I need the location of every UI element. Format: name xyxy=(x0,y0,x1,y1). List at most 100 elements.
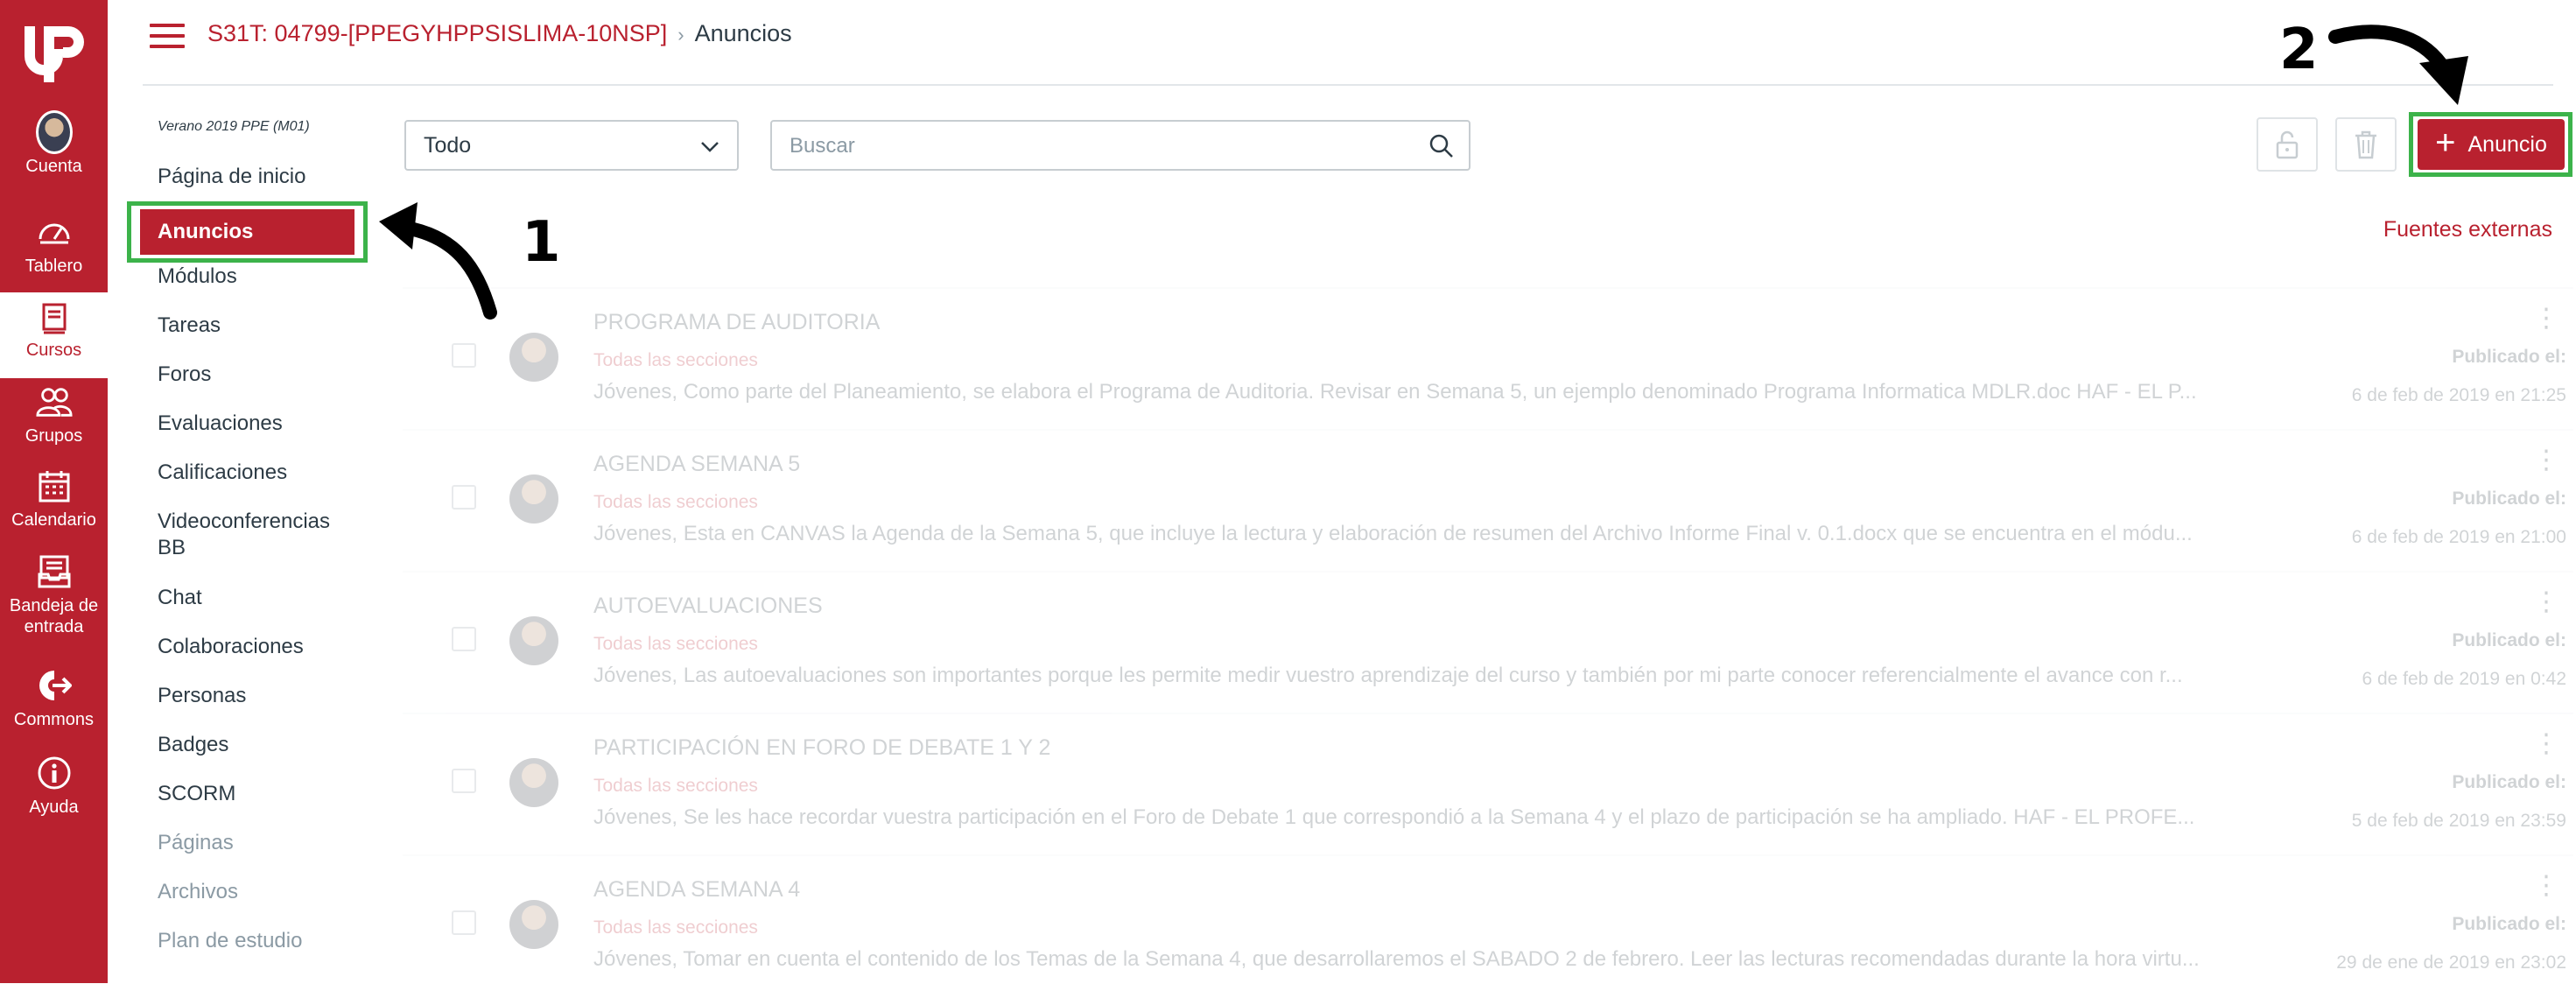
nav-calendar-label: Calendario xyxy=(11,510,96,530)
course-nav-collaborations[interactable]: Colaboraciones xyxy=(158,634,304,660)
unlock-button[interactable] xyxy=(2257,117,2318,172)
author-avatar xyxy=(509,616,558,665)
search-input[interactable] xyxy=(772,122,1404,171)
nav-help[interactable]: Ayuda xyxy=(0,755,108,818)
nav-groups[interactable]: Grupos xyxy=(0,383,108,446)
course-nav-assignments[interactable]: Tareas xyxy=(158,313,221,339)
course-nav-home[interactable]: Página de inicio xyxy=(158,164,305,190)
breadcrumb-current: Anuncios xyxy=(694,20,792,46)
author-avatar xyxy=(509,758,558,807)
announcement-sections: Todas las secciones xyxy=(593,492,758,512)
announcement-sections: Todas las secciones xyxy=(593,350,758,370)
course-nav-discussions[interactable]: Foros xyxy=(158,362,211,388)
published-label: Publicado el: xyxy=(2452,347,2566,367)
nav-account-label: Cuenta xyxy=(25,157,82,176)
author-avatar xyxy=(509,333,558,382)
global-nav: Cuenta Tablero Cursos Grupos Calendario … xyxy=(0,0,108,983)
course-nav-chat[interactable]: Chat xyxy=(158,585,202,611)
announcement-checkbox[interactable] xyxy=(452,343,476,368)
nav-groups-label: Grupos xyxy=(25,426,83,446)
more-options-icon[interactable]: ⋮ xyxy=(2533,306,2559,332)
course-nav-scorm[interactable]: SCORM xyxy=(158,781,235,807)
announcement-title[interactable]: PARTICIPACIÓN EN FORO DE DEBATE 1 Y 2 xyxy=(593,735,1050,761)
announcement-excerpt: Jóvenes, Las autoevaluaciones son import… xyxy=(593,664,2183,687)
announcement-title[interactable]: PROGRAMA DE AUDITORIA xyxy=(593,310,880,335)
chevron-down-icon xyxy=(701,142,719,152)
more-options-icon[interactable]: ⋮ xyxy=(2533,589,2559,615)
more-options-icon[interactable]: ⋮ xyxy=(2533,447,2559,474)
nav-dashboard[interactable]: Tablero xyxy=(0,214,108,277)
course-term: Verano 2019 PPE (M01) xyxy=(158,119,310,134)
announcement-title[interactable]: AGENDA SEMANA 4 xyxy=(593,877,800,903)
course-nav-announcements[interactable]: Anuncios xyxy=(140,209,354,255)
external-feeds-link[interactable]: Fuentes externas xyxy=(2383,217,2552,242)
course-nav-modules[interactable]: Módulos xyxy=(158,264,237,290)
author-avatar xyxy=(509,900,558,949)
add-announcement-label: Anuncio xyxy=(2467,131,2547,157)
course-nav-quizzes[interactable]: Evaluaciones xyxy=(158,411,283,437)
announcement-title[interactable]: AGENDA SEMANA 5 xyxy=(593,452,800,477)
more-options-icon[interactable]: ⋮ xyxy=(2533,873,2559,899)
course-nav-people[interactable]: Personas xyxy=(158,683,246,709)
nav-commons[interactable]: Commons xyxy=(0,667,108,730)
announcement-sections: Todas las secciones xyxy=(593,917,758,938)
course-nav-videoconferences-label: Videoconferencias xyxy=(158,510,331,533)
course-nav-grades[interactable]: Calificaciones xyxy=(158,460,287,486)
hamburger-menu-icon[interactable] xyxy=(150,24,185,52)
announcement-excerpt: Jóvenes, Como parte del Planeamiento, se… xyxy=(593,380,2197,404)
dashboard-icon xyxy=(36,214,73,250)
curved-arrow-icon xyxy=(379,202,497,320)
more-options-icon[interactable]: ⋮ xyxy=(2533,731,2559,757)
breadcrumb-course-link[interactable]: S31T: 04799-[PPEGYHPPSISLIMA-10NSP] xyxy=(207,20,667,46)
logo-icon xyxy=(25,26,84,82)
nav-help-label: Ayuda xyxy=(29,798,79,817)
nav-commons-label: Commons xyxy=(13,710,95,729)
nav-inbox-label: Bandeja de entrada xyxy=(9,596,99,636)
nav-account[interactable]: Cuenta xyxy=(0,110,108,177)
curved-arrow-icon xyxy=(2328,25,2468,105)
announcement-row[interactable]: PROGRAMA DE AUDITORIA Todas las seccione… xyxy=(403,287,2573,431)
course-nav-badges[interactable]: Badges xyxy=(158,732,228,758)
published-date: 5 de feb de 2019 en 23:59 xyxy=(2351,811,2566,831)
book-icon xyxy=(36,303,73,334)
breadcrumb-separator-icon: › xyxy=(677,24,684,46)
upn-logo[interactable] xyxy=(12,12,96,96)
announcement-row[interactable]: AGENDA SEMANA 4 Todas las secciones Jóve… xyxy=(403,854,2573,998)
add-announcement-button[interactable]: + Anuncio xyxy=(2418,119,2565,170)
announcement-row[interactable]: AGENDA SEMANA 5 Todas las secciones Jóve… xyxy=(403,429,2573,573)
announcement-row[interactable]: AUTOEVALUACIONES Todas las secciones Jóv… xyxy=(403,571,2573,714)
announcement-checkbox[interactable] xyxy=(452,769,476,793)
announcement-row[interactable]: PARTICIPACIÓN EN FORO DE DEBATE 1 Y 2 To… xyxy=(403,713,2573,856)
announcement-checkbox[interactable] xyxy=(452,910,476,935)
announcement-excerpt: Jóvenes, Esta en CANVAS la Agenda de la … xyxy=(593,522,2193,545)
step-number-2: 2 xyxy=(2279,18,2319,82)
breadcrumb: S31T: 04799-[PPEGYHPPSISLIMA-10NSP] › Anun… xyxy=(207,18,792,51)
published-label: Publicado el: xyxy=(2452,772,2566,792)
inbox-icon xyxy=(36,553,73,590)
header-divider xyxy=(143,84,2553,86)
published-label: Publicado el: xyxy=(2452,914,2566,934)
search-field[interactable] xyxy=(770,120,1470,171)
search-icon[interactable] xyxy=(1428,133,1455,159)
delete-button[interactable] xyxy=(2335,117,2397,172)
published-date: 6 de feb de 2019 en 0:42 xyxy=(2362,669,2566,689)
page-header: S31T: 04799-[PPEGYHPPSISLIMA-10NSP] › Anun… xyxy=(108,0,2576,86)
course-nav-files[interactable]: Archivos xyxy=(158,879,238,905)
announcement-title[interactable]: AUTOEVALUACIONES xyxy=(593,594,823,619)
nav-courses[interactable]: Cursos xyxy=(0,292,108,378)
course-nav-pages[interactable]: Páginas xyxy=(158,830,234,856)
nav-calendar[interactable]: Calendario xyxy=(0,467,108,531)
published-date: 29 de ene de 2019 en 23:02 xyxy=(2336,952,2566,973)
commons-icon xyxy=(36,667,73,704)
filter-select[interactable]: Todo xyxy=(404,120,739,171)
calendar-icon xyxy=(36,467,73,504)
help-icon xyxy=(36,755,73,791)
announcement-checkbox[interactable] xyxy=(452,627,476,651)
course-nav-videoconferences[interactable]: Videoconferencias BB xyxy=(158,509,330,561)
nav-inbox[interactable]: Bandeja de entrada xyxy=(0,553,108,637)
announcement-checkbox[interactable] xyxy=(452,485,476,510)
course-nav-syllabus[interactable]: Plan de estudio xyxy=(158,928,302,954)
course-nav-videoconferences-label-2: BB xyxy=(158,536,186,559)
announcement-excerpt: Jóvenes, Se les hace recordar vuestra pa… xyxy=(593,805,2195,829)
nav-courses-label: Cursos xyxy=(25,341,82,360)
